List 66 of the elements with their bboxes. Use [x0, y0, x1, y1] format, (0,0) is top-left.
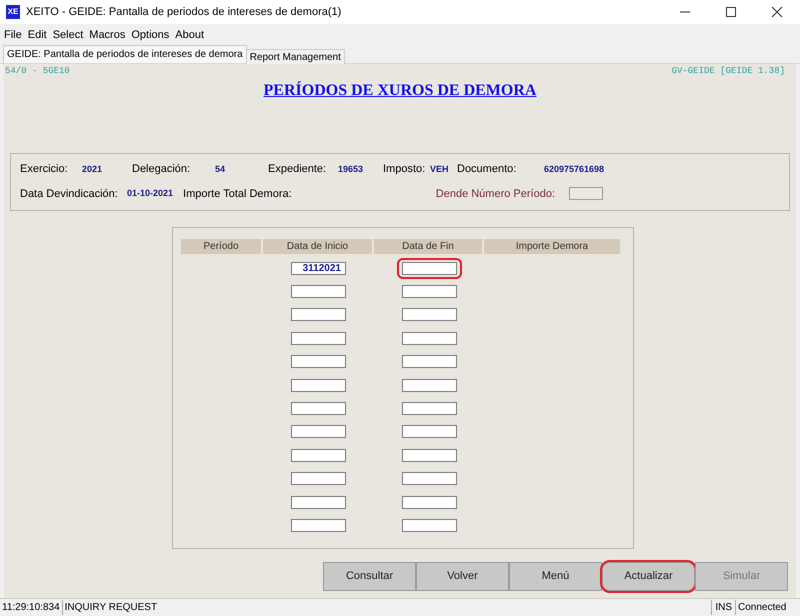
field-label: Expediente: — [268, 162, 328, 177]
date-field[interactable] — [291, 448, 346, 462]
action-button[interactable]: Volver — [416, 562, 509, 590]
date-field[interactable] — [402, 518, 457, 532]
date-field[interactable] — [291, 402, 346, 416]
date-field[interactable] — [402, 378, 457, 392]
screen-code: 54/0 - 5GE10 — [5, 65, 70, 78]
connection-status: Connected — [737, 601, 788, 615]
date-field[interactable] — [291, 332, 346, 345]
field-label: Data Devindicación: — [20, 186, 119, 202]
date-field[interactable] — [402, 425, 457, 438]
tab[interactable]: Report Management — [246, 49, 345, 64]
status-mode: INS — [711, 600, 736, 615]
field-value: VEH — [430, 162, 449, 176]
menu-item[interactable]: Edit — [28, 26, 47, 44]
field-label: Documento: — [457, 162, 518, 177]
column-header: Período — [181, 238, 261, 254]
date-field[interactable] — [291, 472, 346, 486]
date-field[interactable] — [402, 262, 457, 275]
date-field[interactable] — [291, 378, 346, 392]
field-value: 01-10-2021 — [127, 187, 174, 200]
action-button[interactable]: Menú — [509, 562, 602, 590]
maximize-icon[interactable] — [725, 6, 737, 18]
column-header: Data de Fin — [374, 238, 482, 254]
date-field[interactable] — [291, 518, 346, 532]
date-field[interactable] — [402, 355, 457, 368]
column-header: Importe Demora — [484, 238, 620, 254]
field-value: 2021 — [82, 162, 102, 176]
app-logo: XE — [6, 5, 20, 19]
field-label: Delegación: — [132, 162, 192, 177]
field-label: Dende Número Período: — [436, 186, 555, 202]
page-heading: PERÍODOS DE XUROS DE DEMORA — [264, 80, 536, 100]
program-id: GV-GEIDE [GEIDE 1.38] — [672, 65, 785, 78]
action-button[interactable]: Consultar — [323, 562, 416, 590]
field-value: 54 — [215, 162, 226, 176]
date-field[interactable] — [291, 285, 346, 298]
period-number-field[interactable] — [569, 187, 603, 200]
field-label: Exercicio: — [20, 162, 69, 177]
close-icon[interactable] — [771, 6, 783, 18]
action-button[interactable]: Actualizar — [602, 562, 695, 590]
date-field[interactable] — [291, 496, 346, 509]
field-label: Importe Total Demora: — [183, 186, 292, 202]
menu-item[interactable]: Select — [52, 26, 84, 44]
menu-item[interactable]: File — [4, 26, 22, 44]
date-field[interactable] — [402, 285, 457, 298]
date-field[interactable]: 3112021 — [291, 262, 346, 275]
date-field[interactable] — [291, 308, 346, 322]
date-field[interactable] — [291, 355, 346, 368]
field-value: 620975761698 — [544, 162, 604, 176]
column-header: Data de Inicio — [263, 238, 372, 254]
date-field[interactable] — [402, 472, 457, 486]
date-field[interactable] — [402, 332, 457, 345]
status-time: 11:29:10:834 — [0, 600, 63, 615]
tab[interactable]: GEIDE: Pantalla de periodos de intereses de demora — [3, 45, 247, 63]
menu-item[interactable]: About — [175, 26, 204, 44]
date-field[interactable] — [402, 496, 457, 509]
date-field[interactable] — [402, 402, 457, 416]
menu-item[interactable]: Options — [131, 26, 170, 44]
menu-item[interactable]: Macros — [89, 26, 126, 44]
window-title: XEITO - GEIDE: Pantalla de periodos de intereses de demora(1) — [26, 4, 342, 20]
date-field[interactable] — [291, 425, 346, 438]
date-field[interactable] — [402, 308, 457, 322]
date-field[interactable] — [402, 448, 457, 462]
field-label: Imposto: — [383, 162, 426, 177]
status-message: INQUIRY REQUEST — [64, 601, 158, 615]
field-value: 19653 — [338, 162, 364, 176]
